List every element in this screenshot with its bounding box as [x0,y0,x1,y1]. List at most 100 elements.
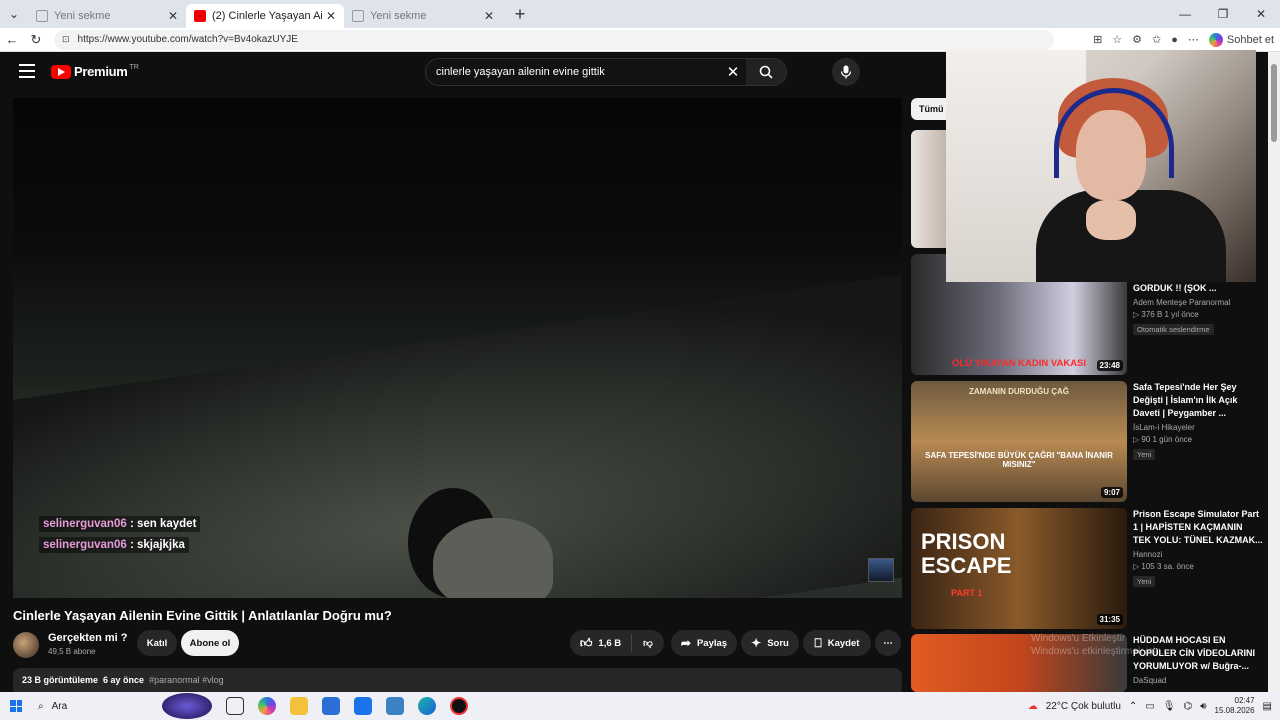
recommendation-meta: Prison Escape Simulator Part 1 | HAPİSTE… [1133,508,1263,589]
weather-text[interactable]: 22°C Çok bulutlu [1046,701,1121,712]
tab-actions-icon[interactable]: ⌄ [0,0,28,28]
recommendation-title[interactable]: GORDUK !! (ŞOK ... [1133,282,1263,295]
obs-icon[interactable] [450,697,468,715]
split-screen-icon[interactable]: ⊞ [1093,33,1102,46]
microphone-icon[interactable]: 🎙︎ [1163,701,1176,712]
url-field[interactable]: ⊡ https://www.youtube.com/watch?v=Bv4oka… [54,29,1054,50]
ask-label: Soru [767,637,789,649]
more-actions-button[interactable]: ⋯ [875,630,901,656]
task-view-icon[interactable] [226,697,244,715]
thumbnail-text: PRISON ESCAPE [921,529,1012,578]
chat-message: selinerguvan06 : skjajkjka [39,537,189,553]
close-icon[interactable]: ✕ [484,9,494,23]
minimize-icon[interactable]: — [1166,0,1204,28]
voice-search-button[interactable] [832,58,860,86]
window-controls: — ❐ ✕ [1166,0,1280,28]
upload-date: 6 ay önce [103,675,145,685]
hashtags[interactable]: #paranormal #vlog [149,675,224,685]
recommendation-channel[interactable]: İsLam-i Hikayeler [1133,423,1263,432]
clock-time: 02:47 [1234,696,1255,705]
close-icon[interactable]: ✕ [326,9,336,23]
chevron-up-icon[interactable]: ⌃ [1129,701,1137,712]
share-icon: ➦ [680,636,691,650]
search-label: Ara [51,700,68,712]
new-badge: Yeni [1133,449,1156,460]
dislike-button[interactable]: 👎︎ [632,637,664,649]
extensions-icon[interactable]: ⚙ [1132,33,1142,46]
favorites-icon[interactable]: ✩ [1152,33,1161,46]
copilot-button[interactable]: Sohbet et [1208,32,1274,47]
page-icon [36,10,48,22]
menu-icon[interactable] [19,64,35,78]
search-highlight-image[interactable] [162,693,212,719]
tab-label: Yeni sekme [54,10,111,22]
edge-icon[interactable] [418,697,436,715]
recommendation-thumbnail[interactable]: ZAMANIN DURDUĞU ÇAĞ SAFA TEPESİ'NDE BÜYÜ… [911,381,1127,502]
channel-watermark-icon[interactable] [868,558,894,582]
clear-icon[interactable]: ✕ [720,63,746,81]
ask-button[interactable]: ✦ Soru [741,630,799,656]
like-button[interactable]: 👍︎ 1,6 B [570,634,632,652]
browser-tab-1[interactable]: Yeni sekme ✕ [28,4,186,28]
scrollbar-thumb[interactable] [1271,64,1277,142]
watermark-line: Windows'u Etkinleştir [1031,633,1126,644]
windows-taskbar: ⌕ Ara ☁ 22°C Çok bulutlu ⌃ ▭ 🎙︎ ⌬ 🔊︎ 02:… [0,692,1280,720]
profile-icon[interactable]: ● [1171,34,1178,46]
notification-icon[interactable]: ▤ [1263,701,1272,712]
join-button[interactable]: Katıl [137,630,177,656]
bookmark-icon: ⎕ [814,635,822,650]
page-scrollbar[interactable] [1268,52,1280,692]
weather-icon[interactable]: ☁ [1028,701,1038,712]
system-tray: ☁ 22°C Çok bulutlu ⌃ ▭ 🎙︎ ⌬ 🔊︎ 02:47 15.… [1028,696,1280,716]
outlook-icon[interactable] [354,697,372,715]
subscribe-label: Abone ol [189,637,231,649]
network-icon[interactable]: ⌬ [1183,701,1192,712]
browser-tab-2[interactable]: (2) Cinlerle Yaşayan Ailenin Evine Gi ✕ [186,4,344,28]
microphone-icon [840,65,852,79]
more-icon[interactable]: ⋯ [1188,33,1199,46]
app-icon[interactable] [386,697,404,715]
channel-avatar[interactable] [13,632,39,658]
close-window-icon[interactable]: ✕ [1242,0,1280,28]
save-button[interactable]: ⎕ Kaydet [803,630,871,656]
share-button[interactable]: ➦ Paylaş [671,630,737,656]
windows-icon [10,700,22,712]
store-icon[interactable] [322,697,340,715]
recommendation-title[interactable]: Prison Escape Simulator Part 1 | HAPİSTE… [1133,508,1263,547]
recommendation-thumbnail[interactable]: PRISON ESCAPE PART 1 31:35 [911,508,1127,629]
youtube-logo[interactable]: Premium TR [51,64,139,79]
start-button[interactable] [0,700,32,712]
back-icon[interactable]: ← [0,28,24,52]
search-button[interactable] [746,59,786,85]
webcam-person [1036,190,1226,282]
file-explorer-icon[interactable] [290,697,308,715]
subscribe-button[interactable]: Abone ol [181,630,239,656]
new-tab-button[interactable]: + [506,2,534,26]
recommendation-channel[interactable]: Hannozi [1133,550,1263,559]
channel-name[interactable]: Gerçekten mi ? [48,632,127,644]
maximize-icon[interactable]: ❐ [1204,0,1242,28]
recommendation-channel[interactable]: DaSquad [1133,676,1263,685]
page-icon [352,10,364,22]
thumbs-up-icon: 👍︎ [579,635,593,650]
copilot-label: Sohbet et [1226,33,1274,46]
favorite-star-icon[interactable]: ☆ [1112,33,1122,46]
copilot-icon[interactable] [258,697,276,715]
browser-tab-3[interactable]: Yeni sekme ✕ [344,4,502,28]
recommendation-title[interactable]: Safa Tepesi'nde Her Şey Değişti | İslam'… [1133,381,1263,420]
close-icon[interactable]: ✕ [168,9,178,23]
chat-text: : skjajkjka [129,539,185,551]
search-box[interactable]: cinlerle yaşayan ailenin evine gittik ✕ [425,58,787,86]
description-box[interactable]: 23 B görüntüleme 6 ay önce #paranormal #… [13,668,902,692]
site-info-icon[interactable]: ⊡ [62,34,70,45]
watermark-line: Windows'u etkinleştirmek için... [1031,646,1170,657]
volume-icon[interactable]: 🔊︎ [1200,701,1206,712]
refresh-icon[interactable]: ↻ [24,28,48,52]
search-input[interactable]: cinlerle yaşayan ailenin evine gittik [436,66,720,78]
recommendation-channel[interactable]: Adem Menteşe Paranormal [1133,298,1263,307]
battery-icon[interactable]: ▭ [1145,701,1154,712]
clock[interactable]: 02:47 15.08.2026 [1215,696,1255,716]
video-title: Cinlerle Yaşayan Ailenin Evine Gittik | … [13,608,392,623]
taskbar-search[interactable]: ⌕ Ara [32,701,162,712]
video-player[interactable]: selinerguvan06 : sen kaydet selinerguvan… [13,98,902,598]
